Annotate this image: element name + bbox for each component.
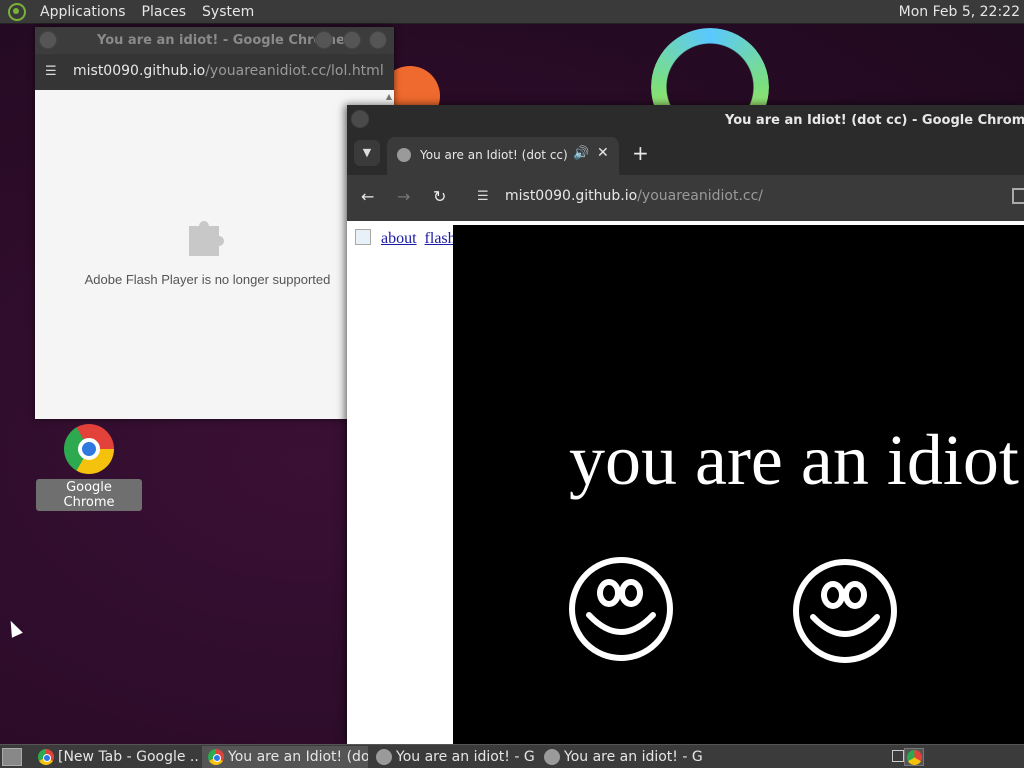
web-page: about flash you are an idiot (347, 225, 1024, 744)
globe-icon (376, 749, 392, 765)
menu-places[interactable]: Places (134, 0, 195, 24)
plugin-unsupported-message: Adobe Flash Player is no longer supporte… (84, 272, 331, 287)
about-link[interactable]: about (381, 230, 417, 247)
url-text[interactable]: mist0090.github.io/youareanidiot.cc/ (505, 188, 763, 204)
mouse-cursor-icon (5, 618, 23, 638)
cast-icon[interactable] (1012, 188, 1024, 204)
smiley-face-icon (793, 559, 897, 663)
tab-close-icon[interactable]: ✕ (597, 145, 609, 161)
chrome-icon (64, 424, 114, 474)
browser-toolbar: ← → ↻ ☰ mist0090.github.io/youareanidiot… (347, 175, 1024, 221)
tab-search-chevron-icon[interactable]: ▼ (354, 140, 380, 166)
new-tab-plus-icon[interactable]: + (632, 143, 649, 163)
workspace-switcher-icon[interactable] (892, 750, 904, 762)
chrome-icon (208, 749, 224, 765)
tab-strip: ▼ You are an Idiot! (dot cc) 🔊 ✕ + (347, 135, 1024, 175)
puzzle-piece-icon (189, 221, 224, 256)
panel-clock[interactable]: Mon Feb 5, 22:22 (899, 0, 1020, 24)
window-titlebar[interactable]: You are an Idiot! (dot cc) - Google Chro… (347, 105, 1024, 135)
bottom-taskbar: [New Tab - Google ... You are an Idiot! … (0, 744, 1024, 768)
window-title: You are an idiot! - Google Chrome (97, 33, 345, 48)
globe-icon (397, 148, 411, 162)
show-desktop-icon[interactable] (2, 748, 22, 766)
forward-arrow-icon[interactable]: → (397, 187, 410, 206)
desktop-icon-google-chrome[interactable]: Google Chrome (36, 424, 142, 511)
taskbar-item-idiot-dot-cc[interactable]: You are an Idiot! (do... (202, 746, 368, 768)
reload-icon[interactable]: ↻ (433, 187, 446, 206)
desktop-icon-label: Google Chrome (36, 479, 142, 511)
window-menu-button[interactable] (351, 110, 369, 128)
maximize-button[interactable] (343, 31, 361, 49)
window-title: You are an Idiot! (dot cc) - Google Chro… (725, 113, 1024, 128)
tab-you-are-an-idiot[interactable]: You are an Idiot! (dot cc) 🔊 ✕ (387, 137, 619, 175)
site-settings-icon[interactable]: ☰ (45, 64, 61, 80)
speaker-icon[interactable]: 🔊 (573, 146, 589, 161)
taskbar-item-idiot-2[interactable]: You are an idiot! - G... (538, 746, 704, 768)
broken-image-icon (355, 229, 371, 245)
distro-logo-icon[interactable] (8, 2, 26, 21)
tray-chrome-icon[interactable] (904, 748, 924, 766)
tab-title: You are an Idiot! (dot cc) (420, 148, 568, 162)
globe-icon (544, 749, 560, 765)
page-nav-links: about flash (355, 229, 460, 248)
chrome-icon (38, 749, 54, 765)
menu-system[interactable]: System (194, 0, 262, 24)
scroll-up-arrow-icon[interactable]: ▲ (386, 92, 392, 101)
page-content: ▲ Adobe Flash Player is no longer suppor… (35, 90, 394, 419)
idiot-panel: you are an idiot (453, 225, 1024, 744)
close-button[interactable] (369, 31, 387, 49)
smiley-face-icon (569, 557, 673, 661)
taskbar-item-new-tab[interactable]: [New Tab - Google ... (32, 746, 200, 768)
url-text[interactable]: mist0090.github.io/youareanidiot.cc/lol.… (73, 63, 384, 79)
menu-applications[interactable]: Applications (32, 0, 134, 24)
chrome-window-lol: You are an idiot! - Google Chrome ☰ mist… (35, 27, 394, 419)
window-menu-button[interactable] (39, 31, 57, 49)
taskbar-item-idiot-1[interactable]: You are an idiot! - G... (370, 746, 536, 768)
minimize-button[interactable] (315, 31, 333, 49)
top-panel: Applications Places System Mon Feb 5, 22… (0, 0, 1024, 24)
back-arrow-icon[interactable]: ← (361, 187, 374, 206)
idiot-headline: you are an idiot (569, 420, 1019, 500)
address-bar[interactable]: ☰ mist0090.github.io/youareanidiot.cc/lo… (35, 54, 394, 90)
window-titlebar[interactable]: You are an idiot! - Google Chrome (35, 27, 394, 54)
flash-link[interactable]: flash (425, 230, 456, 247)
site-settings-icon[interactable]: ☰ (477, 189, 489, 204)
chrome-window-main: You are an Idiot! (dot cc) - Google Chro… (347, 105, 1024, 744)
